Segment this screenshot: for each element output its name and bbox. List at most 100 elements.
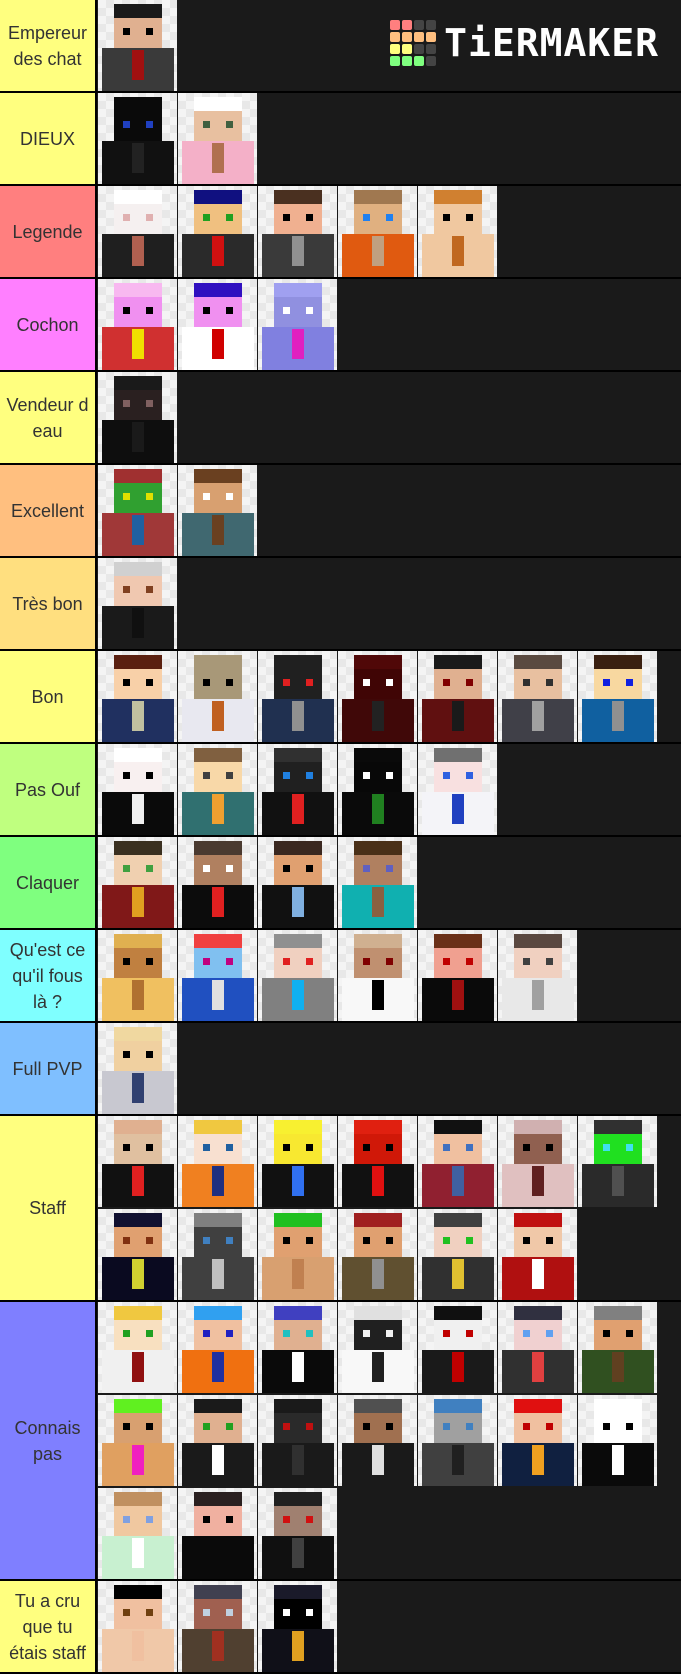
tier-items <box>97 186 681 277</box>
tier-label[interactable]: Cochon <box>0 279 97 370</box>
skin-enderman[interactable] <box>338 744 417 835</box>
skin-green-black-hair[interactable] <box>258 1209 337 1300</box>
tier-label[interactable]: Vendeur d eau <box>0 372 97 463</box>
tier-items <box>97 744 681 835</box>
skin-dark-red-hood[interactable] <box>418 651 497 742</box>
skin-naruto-flame[interactable] <box>178 1116 257 1207</box>
skin-eye <box>203 1609 210 1616</box>
skin-white-mask[interactable] <box>338 1302 417 1393</box>
tier-label[interactable]: Bon <box>0 651 97 742</box>
skin-black-sweater[interactable] <box>178 837 257 928</box>
skin-eye <box>443 958 450 965</box>
skin-military-green[interactable] <box>418 1209 497 1300</box>
tier-label[interactable]: Empereur des chat <box>0 0 97 91</box>
skin-black-tee[interactable] <box>178 1488 257 1579</box>
skin-blonde-beard[interactable] <box>98 1023 177 1114</box>
skin-half-red-black[interactable] <box>418 1302 497 1393</box>
skin-fox-girl[interactable] <box>338 186 417 277</box>
skin-goku[interactable] <box>178 1302 257 1393</box>
skin-red-eyes-hoodie[interactable] <box>418 930 497 1021</box>
skin-face <box>514 1316 562 1350</box>
tier-label[interactable]: Excellent <box>0 465 97 556</box>
skin-officer-medic[interactable] <box>98 1116 177 1207</box>
skin-flower-crown[interactable] <box>98 1488 177 1579</box>
skin-cyan-hair-girl[interactable] <box>258 930 337 1021</box>
skin-face <box>594 1409 642 1443</box>
tier-label[interactable]: Connais pas <box>0 1302 97 1579</box>
skin-monocle-red[interactable] <box>98 837 177 928</box>
skin-tomato[interactable] <box>338 1116 417 1207</box>
skin-dark-visor[interactable] <box>258 1395 337 1486</box>
skin-eye <box>146 1330 153 1337</box>
skin-blue-helmet[interactable] <box>418 1395 497 1486</box>
skin-accent <box>452 236 464 266</box>
skin-unicorn-girl[interactable] <box>178 93 257 184</box>
skin-silver-hair[interactable] <box>98 558 177 649</box>
tier-label[interactable]: Pas Ouf <box>0 744 97 835</box>
skin-black-hoodie-boy[interactable] <box>178 1395 257 1486</box>
skin-suit-sunglasses[interactable] <box>98 0 177 91</box>
skin-rainbow-mask[interactable] <box>98 465 177 556</box>
skin-face <box>594 1130 642 1164</box>
skin-pig-france[interactable] <box>178 279 257 370</box>
skin-white-apple[interactable] <box>578 1395 657 1486</box>
skin-cap-girl[interactable] <box>498 1116 577 1207</box>
skin-accent <box>292 794 304 824</box>
skin-bald-white[interactable] <box>178 651 257 742</box>
skin-neon-split-hair[interactable] <box>98 1395 177 1486</box>
skin-shirtless[interactable] <box>98 1581 177 1672</box>
skin-rainbow-pony[interactable] <box>178 930 257 1021</box>
skin-green-visor[interactable] <box>578 1116 657 1207</box>
skin-pig-soviet[interactable] <box>98 279 177 370</box>
skin-panda[interactable] <box>98 744 177 835</box>
skin-ninja-red-eyes[interactable] <box>258 651 337 742</box>
skin-brown-hair-gray[interactable] <box>258 186 337 277</box>
skin-dark-hood[interactable] <box>98 372 177 463</box>
skin-black-flag[interactable] <box>258 744 337 835</box>
skin-red-jacket[interactable] <box>418 1116 497 1207</box>
skin-cap-black[interactable] <box>338 1395 417 1486</box>
skin-black-hooded[interactable] <box>98 93 177 184</box>
tier-label[interactable]: Full PVP <box>0 1023 97 1114</box>
tier-label[interactable]: Claquer <box>0 837 97 928</box>
skin-blonde-bloody[interactable] <box>98 1302 177 1393</box>
skin-plague-doctor[interactable] <box>178 1209 257 1300</box>
tier-label[interactable]: Legende <box>0 186 97 277</box>
skin-white-dress[interactable] <box>418 744 497 835</box>
skin-blue-flannel[interactable] <box>578 651 657 742</box>
skin-red-demon[interactable] <box>338 651 417 742</box>
skin-pig-purple[interactable] <box>258 279 337 370</box>
skin-steve[interactable] <box>338 837 417 928</box>
skin-teal-cape[interactable] <box>178 744 257 835</box>
skin-white-cat-suit[interactable] <box>98 186 177 277</box>
skin-banana[interactable] <box>258 1116 337 1207</box>
skin-anime-red-black[interactable] <box>498 1302 577 1393</box>
skin-beard-man[interactable] <box>418 186 497 277</box>
skin-santa-coat[interactable] <box>498 1209 577 1300</box>
skin-eye <box>203 1516 210 1523</box>
skin-headband-black[interactable] <box>258 1302 337 1393</box>
skin-police[interactable] <box>98 1209 177 1300</box>
skin-half-blonde[interactable] <box>338 930 417 1021</box>
skin-fire-hoodie[interactable] <box>498 1395 577 1486</box>
skin-accent <box>372 1259 384 1289</box>
skin-eye <box>386 865 393 872</box>
tier-label[interactable]: DIEUX <box>0 93 97 184</box>
tier-label[interactable]: Qu'est ce qu'il fous là ? <box>0 930 97 1021</box>
skin-giraffe[interactable] <box>98 930 177 1021</box>
skin-samurai[interactable] <box>178 1581 257 1672</box>
tier-label[interactable]: Tu a cru que tu étais staff <box>0 1581 97 1672</box>
skin-beret-camo[interactable] <box>338 1209 417 1300</box>
skin-blue-hair-boy[interactable] <box>178 186 257 277</box>
skin-crying-boy[interactable] <box>258 837 337 928</box>
skin-half-mask[interactable] <box>258 1488 337 1579</box>
tier-label[interactable]: Très bon <box>0 558 97 649</box>
skin-mustache-man[interactable] <box>178 465 257 556</box>
skin-gold-hood[interactable] <box>258 1581 337 1672</box>
tier-label[interactable]: Staff <box>0 1116 97 1300</box>
skin-winter-sweater[interactable] <box>98 651 177 742</box>
skin-accent <box>612 1352 624 1382</box>
skin-camo-green[interactable] <box>578 1302 657 1393</box>
skin-gray-hoodie[interactable] <box>498 651 577 742</box>
skin-white-shirt[interactable] <box>498 930 577 1021</box>
